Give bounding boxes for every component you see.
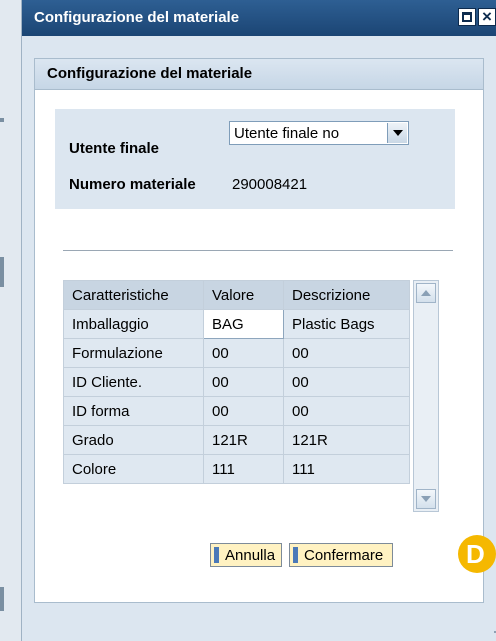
value-cell[interactable]: 00	[203, 396, 284, 426]
confirm-button[interactable]: Confermare	[289, 543, 393, 567]
characteristic-cell: Grado	[63, 425, 204, 455]
table-row: Colore 111 111	[63, 454, 410, 484]
table-header-row: Caratteristiche Valore Descrizione	[63, 280, 410, 310]
table-row: ID Cliente. 00 00	[63, 367, 410, 397]
material-number-value: 290008421	[232, 176, 308, 193]
background-marker	[0, 587, 4, 611]
table-row: Grado 121R 121R	[63, 425, 410, 455]
table-scrollbar[interactable]	[413, 280, 439, 512]
characteristic-cell: Colore	[63, 454, 204, 484]
table-row: Imballaggio BAG Plastic Bags	[63, 309, 410, 339]
characteristic-cell: Imballaggio	[63, 309, 204, 339]
value-cell[interactable]: 00	[203, 367, 284, 397]
description-cell: Plastic Bags	[283, 309, 410, 339]
chevron-down-icon[interactable]	[387, 123, 407, 143]
column-header-description[interactable]: Descrizione	[283, 280, 410, 310]
description-cell: 111	[283, 454, 410, 484]
divider	[63, 250, 453, 251]
description-cell: 00	[283, 338, 410, 368]
characteristic-cell: ID forma	[63, 396, 204, 426]
description-cell: 121R	[283, 425, 410, 455]
dialog-title: Configurazione del materiale	[34, 9, 240, 26]
end-user-label: Utente finale	[69, 140, 160, 157]
description-cell: 00	[283, 396, 410, 426]
table-row: ID forma 00 00	[63, 396, 410, 426]
background-marker	[0, 257, 4, 287]
dialog-titlebar[interactable]: Configurazione del materiale ×	[22, 0, 496, 36]
value-cell[interactable]: 111	[203, 454, 284, 484]
close-icon[interactable]: ×	[478, 8, 496, 26]
material-number-label: Numero materiale	[69, 176, 196, 193]
characteristic-cell: ID Cliente.	[63, 367, 204, 397]
column-header-value[interactable]: Valore	[203, 280, 284, 310]
characteristic-cell: Formulazione	[63, 338, 204, 368]
description-cell: 00	[283, 367, 410, 397]
step-callout-badge: D	[458, 535, 496, 573]
background-window-edge	[0, 0, 22, 641]
panel-title: Configurazione del materiale	[47, 65, 253, 82]
maximize-icon[interactable]	[458, 8, 476, 26]
panel-header: Configurazione del materiale	[35, 59, 483, 90]
end-user-select-value: Utente finale no	[234, 125, 340, 142]
end-user-select[interactable]: Utente finale no	[229, 121, 409, 145]
configuration-panel: Configurazione del materiale Utente fina…	[34, 58, 484, 603]
value-cell[interactable]: 00	[203, 338, 284, 368]
value-cell[interactable]: 121R	[203, 425, 284, 455]
characteristics-table: Caratteristiche Valore Descrizione Imbal…	[63, 280, 410, 484]
material-configuration-dialog: Configurazione del materiale × Configura…	[22, 0, 496, 641]
column-header-characteristic[interactable]: Caratteristiche	[63, 280, 204, 310]
header-form: Utente finale Utente finale no Numero ma…	[55, 109, 455, 209]
scroll-down-icon[interactable]	[416, 489, 436, 509]
resize-grip-icon[interactable]	[488, 613, 496, 635]
scroll-up-icon[interactable]	[416, 283, 436, 303]
cancel-button[interactable]: Annulla	[210, 543, 282, 567]
value-input-cell[interactable]: BAG	[203, 309, 284, 339]
table-row: Formulazione 00 00	[63, 338, 410, 368]
background-marker	[0, 118, 4, 122]
